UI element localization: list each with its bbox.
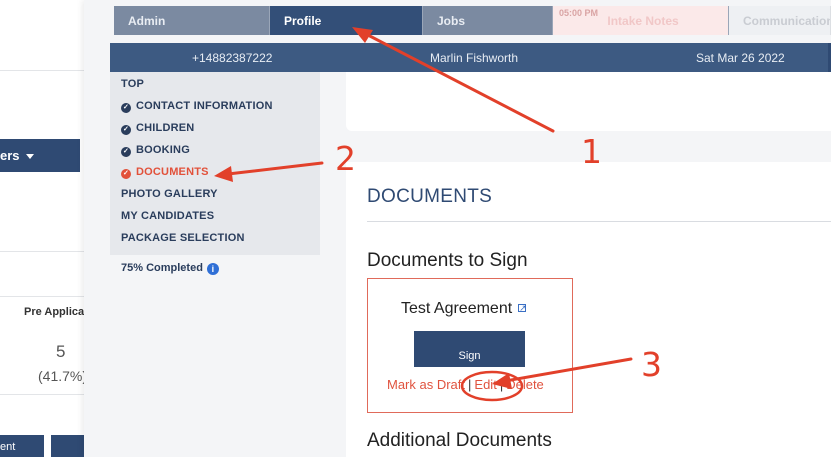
nav-item-my-candidates[interactable]: MY CANDIDATES — [121, 210, 214, 222]
nav-label: DOCUMENTS — [136, 166, 209, 178]
check-circle-icon: ✓ — [121, 147, 131, 157]
tab-intake-notes-label: Intake Notes — [607, 14, 679, 28]
completion-status: 75% Completed i — [121, 262, 219, 275]
tab-intake-notes[interactable]: 05:00 PM Intake Notes — [553, 6, 729, 35]
divider — [0, 296, 84, 297]
annotation-number-2: 2 — [335, 139, 356, 178]
divider — [0, 251, 84, 252]
annotation-number-3: 3 — [641, 345, 662, 384]
tab-profile[interactable]: Profile — [270, 6, 423, 35]
nav-item-booking[interactable]: ✓ BOOKING — [121, 144, 190, 157]
stat-title: Pre Applicat — [24, 306, 88, 318]
separator: | — [499, 377, 504, 392]
separator: | — [468, 377, 472, 392]
document-name[interactable]: Test Agreement ↗ — [401, 300, 527, 318]
caret-down-icon — [25, 154, 34, 160]
profile-tabs: Admin Profile Jobs 05:00 PM Intake Notes… — [114, 6, 831, 35]
tab-profile-label: Profile — [284, 14, 322, 28]
check-circle-icon: ✓ — [121, 125, 131, 135]
top-card — [346, 72, 831, 131]
divider — [0, 70, 84, 71]
background-button[interactable]: ent — [0, 435, 44, 457]
stat-percent: (41.7%) — [38, 368, 88, 384]
client-info-bar: +14882387222 Marlin Fishworth Sat Mar 26… — [110, 43, 831, 99]
nav-item-package-selection[interactable]: PACKAGE SELECTION — [121, 232, 245, 244]
ghost-time: 05:00 PM — [559, 8, 599, 18]
sign-button[interactable]: Sign — [414, 331, 525, 367]
tab-admin-label: Admin — [128, 14, 166, 28]
tab-jobs[interactable]: Jobs — [423, 6, 553, 35]
nav-label: PHOTO GALLERY — [121, 188, 218, 200]
tab-admin[interactable]: Admin — [114, 6, 270, 35]
external-link-icon[interactable]: ↗ — [518, 304, 527, 313]
nav-item-top[interactable]: TOP — [121, 78, 144, 90]
stat-value: 5 — [56, 342, 66, 361]
client-phone: +14882387222 — [192, 51, 273, 65]
document-name-label: Test Agreement — [401, 300, 513, 317]
additional-documents-heading: Additional Documents — [367, 430, 552, 451]
nav-label: MY CANDIDATES — [121, 210, 215, 222]
background-button-label: ent — [0, 441, 16, 453]
nav-item-documents[interactable]: ✓ DOCUMENTS — [121, 166, 209, 179]
documents-heading: DOCUMENTS — [367, 186, 493, 207]
filter-label: ers — [0, 148, 20, 163]
check-circle-icon: ✓ — [121, 169, 131, 179]
nav-label: BOOKING — [136, 144, 190, 156]
divider — [0, 394, 84, 395]
tab-communication[interactable]: Communication — [729, 6, 831, 35]
nav-label: CHILDREN — [136, 122, 195, 134]
documents-to-sign-heading: Documents to Sign — [367, 250, 528, 271]
nav-item-children[interactable]: ✓ CHILDREN — [121, 122, 194, 135]
nav-item-contact-information[interactable]: ✓ CONTACT INFORMATION — [121, 100, 273, 113]
completion-text: 75% Completed — [121, 262, 203, 274]
nav-label: TOP — [121, 78, 145, 90]
info-icon[interactable]: i — [206, 263, 219, 275]
tab-jobs-label: Jobs — [437, 14, 466, 28]
check-circle-icon: ✓ — [121, 103, 131, 113]
tab-communication-label: Communication — [743, 14, 831, 28]
filter-dropdown[interactable]: ers — [0, 139, 80, 172]
section-nav: TOP ✓ CONTACT INFORMATION ✓ CHILDREN ✓ BOOK… — [110, 72, 320, 255]
nav-label: CONTACT INFORMATION — [136, 100, 273, 112]
client-name: Marlin Fishworth — [430, 51, 519, 65]
annotation-number-1: 1 — [581, 132, 602, 171]
mark-as-draft-link[interactable]: Mark as Draft — [387, 377, 465, 392]
background-page — [0, 0, 84, 457]
document-actions: Mark as Draft | Edit | Delete — [387, 377, 544, 392]
nav-item-photo-gallery[interactable]: PHOTO GALLERY — [121, 188, 218, 200]
client-date: Sat Mar 26 2022 — [696, 51, 785, 65]
background-button[interactable] — [51, 435, 84, 457]
screen: ers Pre Applicat 5 (41.7%) ent Admin Pro… — [0, 0, 831, 457]
edit-link[interactable]: Edit — [474, 377, 496, 392]
nav-label: PACKAGE SELECTION — [121, 232, 245, 244]
delete-link[interactable]: Delete — [506, 377, 544, 392]
divider — [367, 221, 831, 222]
